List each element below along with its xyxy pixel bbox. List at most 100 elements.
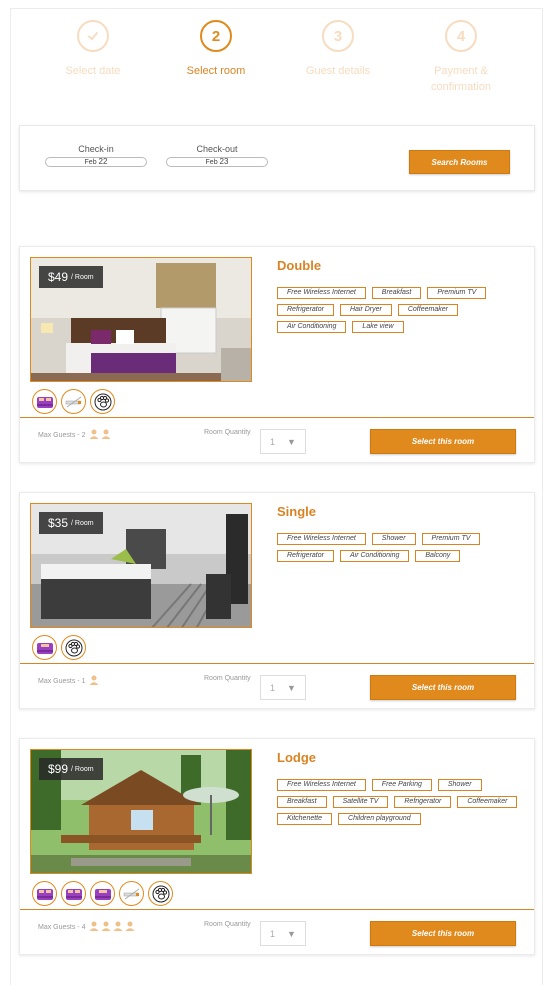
room-card: $99 / Room Lodge Free Wireless Internet F… [19,738,535,955]
guest-icons [89,675,99,687]
step-select-room[interactable]: 2 Select room [156,20,276,79]
room-quantity-label: Room Quantity [204,429,251,436]
pet-friendly-icon [148,881,173,906]
price-badge: $35 / Room [39,512,103,534]
room-card: $49 / Room Double Free Wireless Internet… [19,246,535,463]
amenity-chip: Balcony [415,550,461,562]
amenity-chip: Shower [371,533,416,545]
amenity-chip: Refrigerator [394,796,452,808]
step-label: Select date [65,65,121,77]
room-quantity-label: Room Quantity [204,675,251,682]
double-bed-icon [32,881,57,906]
check-icon [77,20,109,52]
amenity-chip: Air Conditioning [339,550,410,562]
room-photo[interactable]: $99 / Room [30,749,252,874]
step-guest-details[interactable]: 3 Guest details [278,20,398,79]
amenity-chip: Free Parking [371,779,432,791]
amenity-chip: Shower [437,779,482,791]
checkin-label: Check-in [78,144,114,154]
checkin-field[interactable]: Feb 22 [45,157,147,167]
step-label: Guest details [305,65,371,77]
search-rooms-button[interactable]: Search Rooms [409,150,510,174]
max-guests: Max Guests - 2 [38,429,111,441]
select-room-button[interactable]: Select this room [370,675,516,700]
room-feature-icons [32,881,173,906]
room-footer: Max Guests - 4 Room Quantity 1 ▼ Select … [20,909,534,955]
room-price: $35 [48,516,69,530]
amenity-chip: Free Wireless Internet [277,287,366,299]
amenity-chip: Premium TV [421,533,481,545]
room-footer: Max Guests - 1 Room Quantity 1 ▼ Select … [20,663,534,709]
room-quantity-select[interactable]: 1 ▼ [260,429,306,454]
amenity-chip: Free Wireless Internet [277,533,366,545]
max-guests: Max Guests - 4 [38,921,135,933]
price-unit: / Room [71,765,94,773]
step-number: 2 [200,20,232,52]
price-badge: $99 / Room [39,758,103,780]
checkout-label: Check-out [196,144,238,154]
room-footer: Max Guests - 2 Room Quantity 1 ▼ Select … [20,417,534,463]
amenities-list: Free Wireless Internet Free Parking Shower… [277,779,527,825]
amenity-chip: Premium TV [427,287,487,299]
room-quantity-select[interactable]: 1 ▼ [260,921,306,946]
room-title[interactable]: Single [277,504,316,519]
chevron-down-icon: ▼ [287,928,296,939]
guest-icon [89,921,99,933]
amenity-chip: Free Wireless Internet [277,779,366,791]
room-price: $49 [48,270,69,284]
room-quantity-select[interactable]: 1 ▼ [260,675,306,700]
checkin-day: 22 [98,157,108,166]
guest-icon [101,921,111,933]
chevron-down-icon: ▼ [287,682,296,693]
amenity-chip: Refrigerator [277,550,334,562]
no-smoking-icon [61,389,86,414]
step-label: Payment & confirmation [431,65,491,93]
step-label: Select room [186,65,246,77]
room-quantity-value: 1 [270,928,276,939]
room-title[interactable]: Lodge [277,750,316,765]
max-guests-label: Max Guests - 2 [38,431,86,439]
checkin-group: Check-in Feb 22 [45,144,147,167]
amenity-chip: Children playground [338,813,421,825]
amenity-chip: Coffeemaker [397,304,458,316]
guest-icons [89,921,135,933]
amenity-chip: Coffeemaker [457,796,518,808]
room-title[interactable]: Double [277,258,321,273]
guest-icon [89,429,99,441]
amenity-chip: Hair Dryer [339,304,392,316]
guest-icons [89,429,111,441]
room-quantity-value: 1 [270,436,276,447]
checkout-month: Feb [205,159,218,166]
max-guests-label: Max Guests - 4 [38,923,86,931]
checkout-field[interactable]: Feb 23 [166,157,268,167]
chevron-down-icon: ▼ [287,436,296,447]
select-room-button[interactable]: Select this room [370,921,516,946]
room-feature-icons [32,389,115,414]
room-photo[interactable]: $49 / Room [30,257,252,382]
step-number: 3 [322,20,354,52]
amenity-chip: Kitchenette [277,813,333,825]
checkout-group: Check-out Feb 23 [166,144,268,167]
room-quantity-label: Room Quantity [204,921,251,928]
guest-icon [89,675,99,687]
amenity-chip: Lake view [352,321,404,333]
amenity-chip: Refrigerator [277,304,334,316]
max-guests: Max Guests - 1 [38,675,99,687]
pet-friendly-icon [90,389,115,414]
max-guests-label: Max Guests - 1 [38,677,86,685]
select-room-button[interactable]: Select this room [370,429,516,454]
room-card: $35 / Room Single Free Wireless Internet… [19,492,535,709]
amenity-chip: Air Conditioning [277,321,347,333]
guest-icon [101,429,111,441]
room-price: $99 [48,762,69,776]
amenities-list: Free Wireless Internet Breakfast Premium T… [277,287,527,333]
amenity-chip: Satellite TV [332,796,389,808]
pet-friendly-icon [61,635,86,660]
search-panel: Check-in Feb 22 Check-out Feb 23 Search … [19,125,535,191]
step-select-date[interactable]: Select date [33,20,153,79]
step-payment[interactable]: 4 Payment & confirmation [401,20,521,95]
double-bed-icon [61,881,86,906]
no-smoking-icon [119,881,144,906]
room-photo[interactable]: $35 / Room [30,503,252,628]
booking-steps: Select date 2 Select room 3 Guest detail… [30,20,530,110]
